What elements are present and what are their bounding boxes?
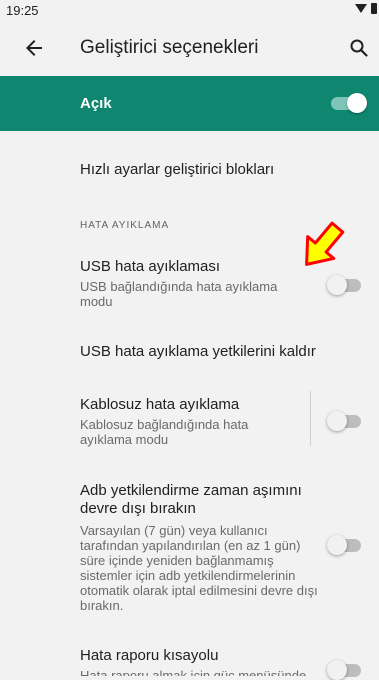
revoke-usb-authorizations-title: USB hata ayıklama yetkilerini kaldır <box>80 343 316 360</box>
usb-debugging-title: USB hata ayıklaması <box>80 258 221 275</box>
wifi-icon <box>355 4 367 13</box>
toggle-thumb <box>327 660 347 680</box>
toggle-thumb <box>327 411 347 431</box>
arrow-left-icon[interactable] <box>22 36 46 60</box>
master-switch-toggle[interactable] <box>331 93 367 113</box>
toggle-thumb <box>327 535 347 555</box>
section-header-debugging: HATA AYIKLAMA <box>80 220 170 231</box>
revoke-usb-authorizations-item[interactable]: USB hata ayıklama yetkilerini kaldır <box>80 343 316 361</box>
wireless-debugging-toggle[interactable] <box>327 411 363 431</box>
bug-report-shortcut-item[interactable]: Hata raporu kısayolu Hata raporu almak i… <box>80 647 320 676</box>
bug-report-shortcut-toggle[interactable] <box>327 660 363 680</box>
master-switch-bar[interactable]: Açık <box>0 76 379 131</box>
quick-settings-tiles-item[interactable]: Hızlı ayarlar geliştirici blokları <box>80 161 274 179</box>
page-title: Geliştirici seçenekleri <box>80 37 259 58</box>
wireless-debugging-title: Kablosuz hata ayıklama <box>80 396 240 413</box>
usb-debugging-summary: USB bağlandığında hata ayıklama modu <box>80 279 278 309</box>
adb-auth-timeout-toggle[interactable] <box>327 535 363 555</box>
usb-debugging-item[interactable]: USB hata ayıklaması USB bağlandığında ha… <box>80 258 300 309</box>
status-time: 19:25 <box>6 3 39 18</box>
status-bar: 19:25 <box>0 0 379 20</box>
adb-auth-timeout-item[interactable]: Adb yetkilendirme zaman aşımını devre dı… <box>80 482 320 613</box>
bug-report-shortcut-title: Hata raporu kısayolu <box>80 647 219 664</box>
adb-auth-timeout-title: Adb yetkilendirme zaman aşımını devre dı… <box>80 482 302 517</box>
adb-auth-timeout-summary: Varsayılan (7 gün) veya kullanıcı tarafı… <box>80 523 318 613</box>
battery-icon <box>371 3 377 14</box>
search-icon[interactable] <box>347 36 371 60</box>
quick-settings-tiles-title: Hızlı ayarlar geliştirici blokları <box>80 161 275 178</box>
vertical-divider <box>310 391 311 446</box>
master-switch-label: Açık <box>80 95 112 112</box>
usb-debugging-toggle[interactable] <box>327 275 363 295</box>
annotation-arrow-icon <box>305 221 345 266</box>
status-icons <box>355 3 377 14</box>
wireless-debugging-summary: Kablosuz bağlandığında hata ayıklama mod… <box>80 417 249 447</box>
toggle-thumb <box>347 93 367 113</box>
app-bar: Geliştirici seçenekleri <box>0 20 379 76</box>
wireless-debugging-item[interactable]: Kablosuz hata ayıklama Kablosuz bağlandı… <box>80 396 300 447</box>
toggle-thumb <box>327 275 347 295</box>
